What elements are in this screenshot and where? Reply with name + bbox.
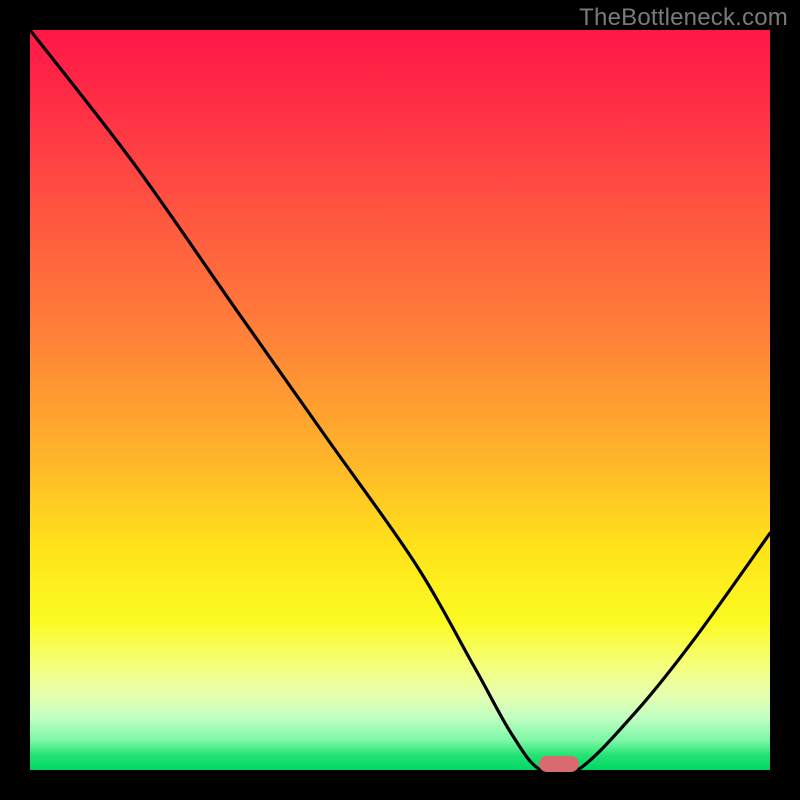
optimal-marker (539, 756, 579, 772)
line-plot (30, 30, 770, 770)
plot-area (30, 30, 770, 770)
watermark-text: TheBottleneck.com (579, 4, 788, 32)
bottleneck-curve-path (30, 30, 770, 776)
chart-frame: TheBottleneck.com (0, 0, 800, 800)
